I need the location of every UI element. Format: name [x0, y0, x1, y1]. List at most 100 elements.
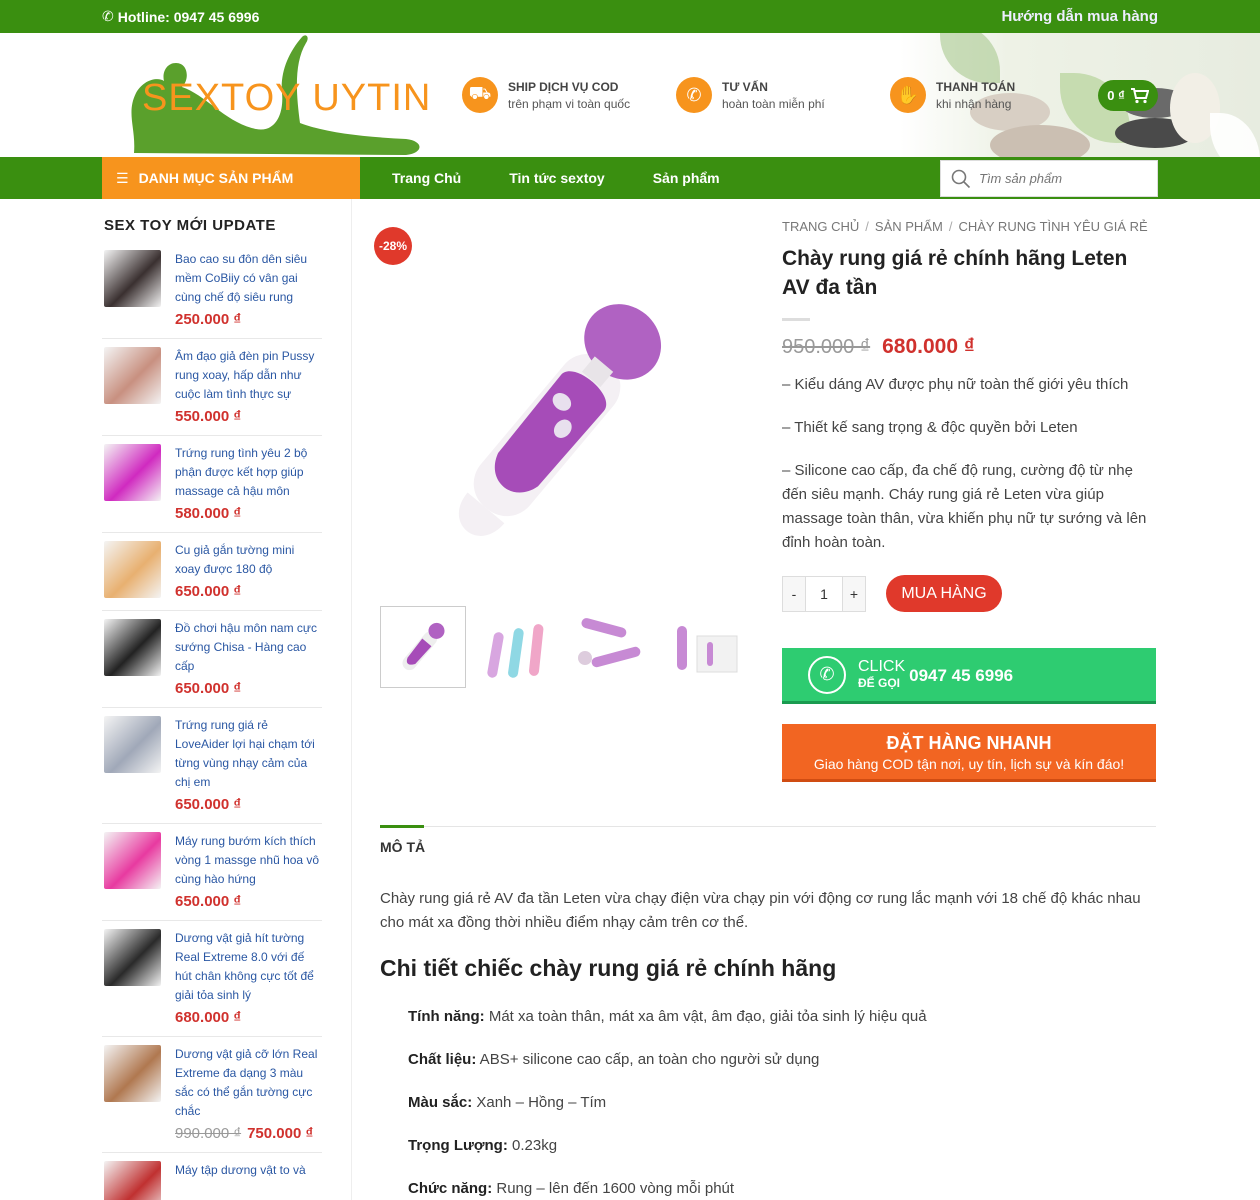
feature-title: THANH TOÁN — [936, 79, 1016, 94]
breadcrumb-products[interactable]: SẢN PHẨM — [875, 219, 943, 234]
gallery-thumb[interactable] — [380, 606, 466, 688]
spec-item: Chất liệu: ABS+ silicone cao cấp, an toà… — [408, 1051, 1156, 1068]
sidebar-product-item[interactable]: Máy tập dương vật to và — [102, 1161, 322, 1200]
vibrator-image — [458, 303, 661, 536]
product-thumbnail[interactable] — [104, 1161, 161, 1200]
sidebar-product-item[interactable]: Máy rung bướm kích thích vòng 1 massge n… — [102, 832, 322, 921]
product-main-image[interactable] — [380, 219, 755, 594]
sidebar-product-item[interactable]: Dương vật giả hít tường Real Extreme 8.0… — [102, 929, 322, 1037]
sidebar-product-item[interactable]: Đồ chơi hậu môn nam cực sướng Chisa - Hà… — [102, 619, 322, 708]
sale-price: 680.000 ₫ — [882, 335, 975, 358]
sidebar-product-title[interactable]: Trứng rung tình yêu 2 bộ phận được kết h… — [175, 444, 322, 501]
nav-home[interactable]: Trang Chủ — [392, 170, 461, 186]
sidebar-product-item[interactable]: Âm đạo giả đèn pin Pussy rung xoay, hấp … — [102, 347, 322, 436]
spec-item: Màu sắc: Xanh – Hồng – Tím — [408, 1094, 1156, 1111]
call-button[interactable]: ✆ CLICK ĐỂ GỌI 0947 45 6996 — [782, 648, 1156, 704]
feature-title: TƯ VẤN — [722, 79, 768, 94]
gallery-thumb[interactable] — [568, 606, 654, 688]
product-thumbnail[interactable] — [104, 716, 161, 773]
product-thumbnail[interactable] — [104, 347, 161, 404]
site-logo[interactable]: SEXTOY UYTIN — [102, 33, 432, 157]
qty-input[interactable]: 1 — [805, 576, 843, 611]
logo-text: SEXTOY UYTIN — [142, 77, 432, 119]
phone-icon: ✆ — [808, 655, 846, 694]
qty-plus-button[interactable]: + — [843, 576, 865, 611]
breadcrumb-home[interactable]: TRANG CHỦ — [782, 219, 859, 234]
product-content: -28% TRANG CHỦ / SẢN PHẨM / CHÀY RUNG TÌ… — [374, 199, 1156, 1200]
breadcrumb-category[interactable]: CHÀY RUNG TÌNH YÊU GIÁ RẺ — [958, 219, 1147, 234]
sidebar-product-item[interactable]: Trứng rung tình yêu 2 bộ phận được kết h… — [102, 444, 322, 533]
sidebar-product-title[interactable]: Dương vật giả cỡ lớn Real Extreme đa dạn… — [175, 1045, 322, 1121]
top-bar: ✆ Hotline: 0947 45 6996 Hướng dẫn mua hà… — [0, 0, 1260, 33]
nav-products[interactable]: Sản phẩm — [653, 170, 720, 186]
sidebar-product-item[interactable]: Cu giả gắn tường mini xoay được 180 độ 65… — [102, 541, 322, 611]
tab-description[interactable]: MÔ TẢ — [380, 825, 425, 855]
sidebar-product-title[interactable]: Trứng rung giá rẻ LoveAider lợi hại chạm… — [175, 716, 322, 792]
sidebar-sale-price: 750.000 ₫ — [247, 1125, 314, 1142]
qty-minus-button[interactable]: - — [783, 576, 805, 611]
sidebar-product-title[interactable]: Máy tập dương vật to và — [175, 1161, 306, 1180]
hand-money-icon: ✋ — [890, 77, 926, 113]
sidebar-product-title[interactable]: Đồ chơi hậu môn nam cực sướng Chisa - Hà… — [175, 619, 322, 676]
sidebar-product-price: 650.000 ₫ — [175, 680, 322, 697]
sidebar-product-price: 680.000 ₫ — [175, 1009, 322, 1026]
spec-value: Mát xa toàn thân, mát xa âm vật, âm đạo,… — [484, 1008, 927, 1025]
description-line: – Kiểu dáng AV được phụ nữ toàn thế giới… — [782, 376, 1129, 393]
quick-order-subtitle: Giao hàng COD tận nơi, uy tín, lịch sự v… — [813, 756, 1125, 772]
sidebar-product-item[interactable]: Bao cao su đôn dên siêu mềm CoBiiy có vâ… — [102, 250, 322, 339]
product-tabs: MÔ TẢ — [380, 825, 1156, 857]
sidebar-product-item[interactable]: Dương vật giả cỡ lớn Real Extreme đa dạn… — [102, 1045, 322, 1153]
main-area: SEX TOY MỚI UPDATE Bao cao su đôn dên si… — [102, 199, 1158, 1200]
spec-value: Rung – lên đến 1600 vòng mỗi phút — [492, 1180, 735, 1197]
product-thumbnail[interactable] — [104, 832, 161, 889]
product-thumbnail[interactable] — [104, 929, 161, 986]
header: SEXTOY UYTIN ⛟ SHIP DỊCH VỤ COD trên phạ… — [0, 33, 1260, 157]
sidebar-product-price: 250.000 ₫ — [175, 311, 322, 328]
product-thumbnail[interactable] — [104, 541, 161, 598]
sidebar-sale-price: 680.000 ₫ — [175, 1009, 242, 1026]
hotline[interactable]: ✆ Hotline: 0947 45 6996 — [102, 8, 259, 25]
product-thumbnail[interactable] — [104, 250, 161, 307]
phone-icon: ✆ — [676, 77, 712, 113]
product-title: Chày rung giá rẻ chính hãng Leten AV đa … — [782, 247, 1128, 299]
spec-item: Tính năng: Mát xa toàn thân, mát xa âm v… — [408, 1008, 1156, 1025]
description-line: – Silicone cao cấp, đa chế độ rung, cườn… — [782, 462, 1147, 551]
search-input[interactable] — [979, 171, 1139, 186]
hotline-text: Hotline: 0947 45 6996 — [117, 8, 260, 25]
cart-button[interactable]: 0 ₫ — [1098, 80, 1158, 111]
quick-order-button[interactable]: ĐẶT HÀNG NHANH Giao hàng COD tận nơi, uy… — [782, 724, 1156, 782]
nav-news[interactable]: Tin tức sextoy — [509, 170, 604, 186]
sidebar-product-item[interactable]: Trứng rung giá rẻ LoveAider lợi hại chạm… — [102, 716, 322, 824]
feature-payment: ✋ THANH TOÁN khi nhận hàng — [890, 77, 1070, 113]
spec-key: Chất liệu: — [408, 1051, 477, 1068]
category-menu-label: DANH MỤC SẢN PHẨM — [138, 170, 294, 186]
call-phone-number: 0947 45 6996 — [909, 665, 1014, 685]
buy-button[interactable]: MUA HÀNG — [886, 575, 1002, 612]
product-thumbnail[interactable] — [104, 444, 161, 501]
purchase-guide-link[interactable]: Hướng dẫn mua hàng — [1001, 8, 1158, 25]
product-summary: TRANG CHỦ / SẢN PHẨM / CHÀY RUNG TÌNH YÊU GI… — [782, 219, 1156, 782]
feature-title: SHIP DỊCH VỤ COD — [508, 79, 619, 94]
sidebar-product-price: 580.000 ₫ — [175, 505, 322, 522]
sidebar-product-title[interactable]: Máy rung bướm kích thích vòng 1 massge n… — [175, 832, 322, 889]
sidebar-product-title[interactable]: Dương vật giả hít tường Real Extreme 8.0… — [175, 929, 322, 1005]
gallery-thumb[interactable] — [662, 606, 748, 688]
feature-subtitle: hoàn toàn miễn phí — [722, 96, 825, 111]
sidebar-product-title[interactable]: Bao cao su đôn dên siêu mềm CoBiiy có vâ… — [175, 250, 322, 307]
sidebar-sale-price: 550.000 ₫ — [175, 408, 242, 425]
category-menu-button[interactable]: ☰ DANH MỤC SẢN PHẨM — [102, 157, 360, 199]
feature-cod: ⛟ SHIP DỊCH VỤ COD trên phạm vi toàn quố… — [462, 77, 642, 113]
sidebar-sale-price: 650.000 ₫ — [175, 796, 242, 813]
feature-consult: ✆ TƯ VẤN hoàn toàn miễn phí — [676, 77, 856, 113]
product-thumbnail[interactable] — [104, 619, 161, 676]
description-body: Chày rung giá rẻ AV đa tần Leten vừa chạ… — [380, 890, 1141, 931]
sidebar-product-list: Bao cao su đôn dên siêu mềm CoBiiy có vâ… — [102, 250, 351, 1200]
call-click-text: CLICK — [858, 657, 906, 675]
product-thumbnail[interactable] — [104, 1045, 161, 1102]
search-icon[interactable] — [951, 169, 971, 189]
sidebar-product-title[interactable]: Âm đạo giả đèn pin Pussy rung xoay, hấp … — [175, 347, 322, 404]
feature-subtitle: khi nhận hàng — [936, 96, 1012, 111]
spec-value: 0.23kg — [507, 1137, 558, 1154]
gallery-thumb[interactable] — [474, 606, 560, 688]
sidebar-product-title[interactable]: Cu giả gắn tường mini xoay được 180 độ — [175, 541, 322, 579]
